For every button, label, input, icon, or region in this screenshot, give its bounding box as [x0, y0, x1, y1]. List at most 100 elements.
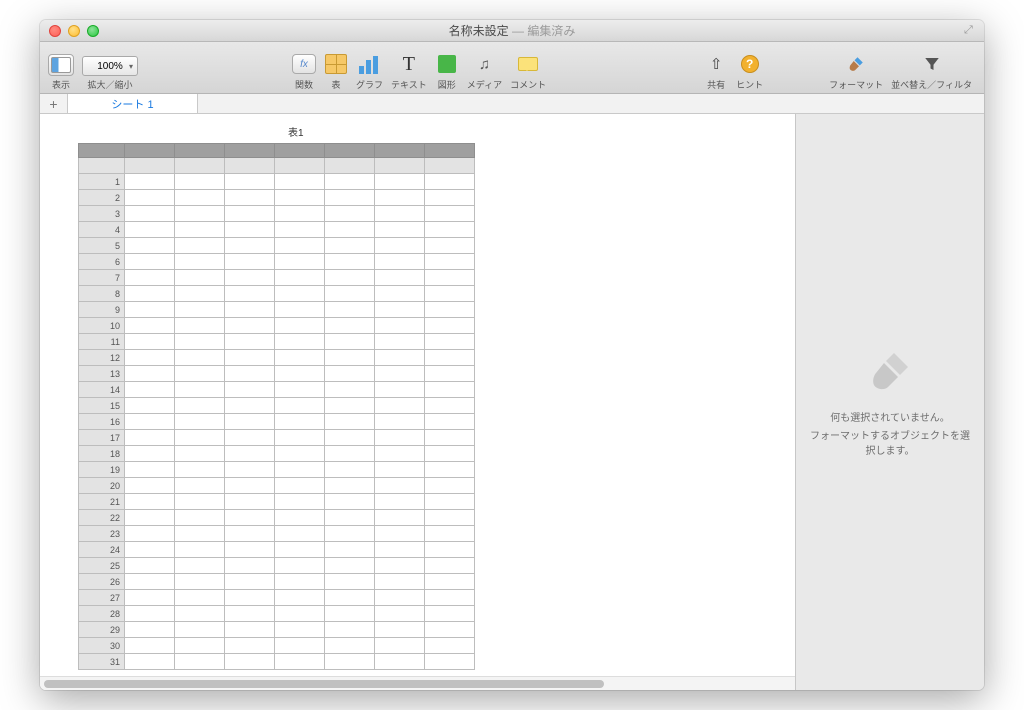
cell[interactable] [375, 542, 425, 558]
cell[interactable] [125, 606, 175, 622]
cell[interactable] [175, 510, 225, 526]
cell[interactable] [425, 606, 475, 622]
cell[interactable] [375, 654, 425, 670]
cell[interactable] [425, 558, 475, 574]
cell[interactable] [275, 318, 325, 334]
add-sheet-button[interactable]: + [40, 94, 68, 113]
table-button[interactable] [324, 52, 348, 76]
row-header[interactable]: 22 [79, 510, 125, 526]
cell[interactable] [275, 270, 325, 286]
cell[interactable] [225, 286, 275, 302]
cell[interactable] [425, 654, 475, 670]
cell[interactable] [175, 174, 225, 190]
row-header[interactable]: 13 [79, 366, 125, 382]
titlebar[interactable]: 名称未設定 — 編集済み ⤢ [40, 20, 984, 42]
cell[interactable] [375, 510, 425, 526]
cell[interactable] [425, 542, 475, 558]
cell[interactable] [375, 318, 425, 334]
cell[interactable] [325, 398, 375, 414]
cell[interactable] [175, 222, 225, 238]
cell[interactable] [125, 398, 175, 414]
cell[interactable] [325, 654, 375, 670]
cell[interactable] [425, 462, 475, 478]
cell[interactable] [325, 190, 375, 206]
cell[interactable] [275, 414, 325, 430]
cell[interactable] [125, 590, 175, 606]
cell[interactable] [375, 398, 425, 414]
cell[interactable] [325, 638, 375, 654]
cell[interactable] [375, 462, 425, 478]
cell[interactable] [175, 190, 225, 206]
cell[interactable] [225, 510, 275, 526]
cell[interactable] [125, 174, 175, 190]
cell[interactable] [325, 478, 375, 494]
cell[interactable] [125, 558, 175, 574]
cell[interactable] [125, 526, 175, 542]
cell[interactable] [175, 382, 225, 398]
cell[interactable] [175, 286, 225, 302]
sort-button[interactable] [920, 52, 944, 76]
cell[interactable] [275, 190, 325, 206]
cell[interactable] [225, 366, 275, 382]
cell[interactable] [425, 638, 475, 654]
cell[interactable] [325, 334, 375, 350]
cell[interactable] [125, 462, 175, 478]
cell[interactable] [375, 558, 425, 574]
row-header[interactable]: 11 [79, 334, 125, 350]
cell[interactable] [225, 430, 275, 446]
cell[interactable] [275, 526, 325, 542]
cell[interactable] [175, 446, 225, 462]
cell[interactable] [125, 286, 175, 302]
cell[interactable] [225, 270, 275, 286]
cell[interactable] [325, 366, 375, 382]
row-header[interactable]: 31 [79, 654, 125, 670]
cell[interactable] [425, 238, 475, 254]
cell[interactable] [125, 446, 175, 462]
row-header[interactable]: 21 [79, 494, 125, 510]
row-header[interactable]: 28 [79, 606, 125, 622]
cell[interactable] [175, 366, 225, 382]
row-header[interactable]: 17 [79, 430, 125, 446]
cell[interactable] [375, 238, 425, 254]
cell[interactable] [225, 190, 275, 206]
cell[interactable] [225, 206, 275, 222]
cell[interactable] [225, 478, 275, 494]
cell[interactable] [275, 366, 325, 382]
cell[interactable] [175, 398, 225, 414]
cell[interactable] [225, 606, 275, 622]
cell[interactable] [325, 254, 375, 270]
row-header[interactable]: 29 [79, 622, 125, 638]
media-button[interactable]: ♫ [472, 52, 496, 76]
cell[interactable] [275, 622, 325, 638]
cell[interactable] [275, 334, 325, 350]
cell[interactable] [325, 494, 375, 510]
cell[interactable] [425, 350, 475, 366]
cell[interactable] [175, 318, 225, 334]
row-header[interactable]: 1 [79, 174, 125, 190]
cell[interactable] [125, 334, 175, 350]
cell[interactable] [225, 414, 275, 430]
cell[interactable] [375, 606, 425, 622]
cell[interactable] [425, 222, 475, 238]
function-button[interactable]: fx [292, 52, 316, 76]
canvas[interactable]: 表1 1234567891011121314151617181920212223… [40, 114, 796, 690]
cell[interactable] [425, 414, 475, 430]
cell[interactable] [375, 206, 425, 222]
cell[interactable] [225, 446, 275, 462]
cell[interactable] [425, 174, 475, 190]
cell[interactable] [325, 558, 375, 574]
cell[interactable] [375, 414, 425, 430]
cell[interactable] [175, 430, 225, 446]
table-name[interactable]: 表1 [288, 124, 795, 139]
cell[interactable] [425, 382, 475, 398]
row-header[interactable]: 12 [79, 350, 125, 366]
cell[interactable] [175, 526, 225, 542]
cell[interactable] [275, 462, 325, 478]
cell[interactable] [225, 398, 275, 414]
fullscreen-icon[interactable]: ⤢ [964, 24, 978, 38]
cell[interactable] [125, 622, 175, 638]
cell[interactable] [175, 606, 225, 622]
cell[interactable] [175, 254, 225, 270]
cell[interactable] [325, 542, 375, 558]
row-header[interactable]: 27 [79, 590, 125, 606]
